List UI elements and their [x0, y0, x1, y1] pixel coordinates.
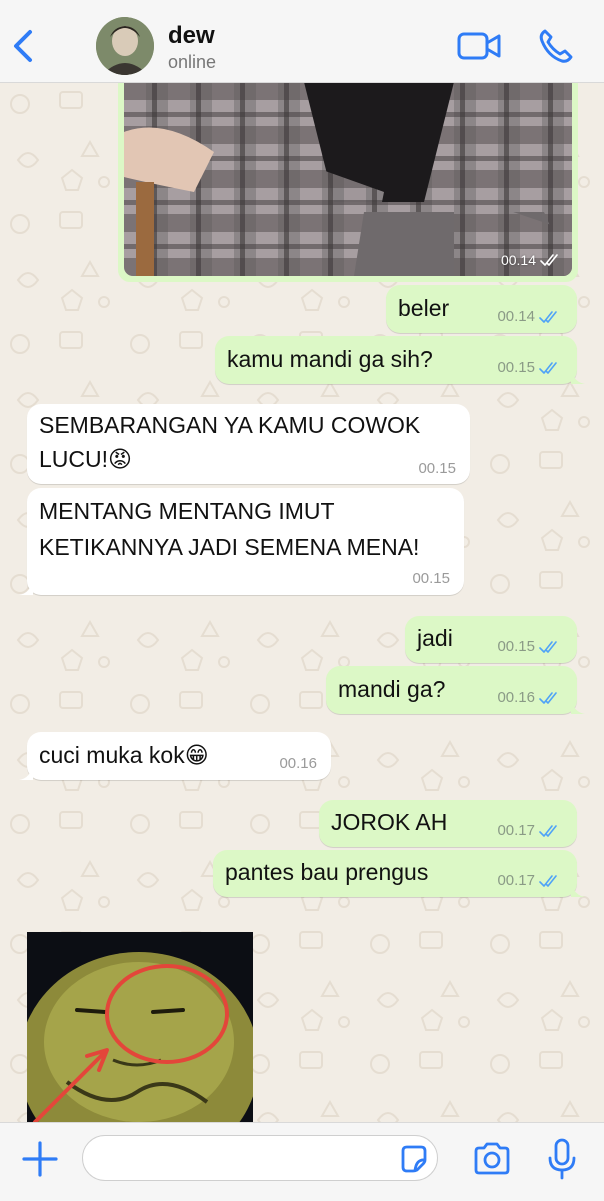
- message-time: 00.15: [412, 570, 450, 587]
- photo-timestamp: 00.14: [501, 252, 564, 268]
- microphone-icon[interactable]: [546, 1137, 578, 1181]
- message-meta: 00.17: [497, 872, 563, 889]
- message-text: jadi: [417, 625, 453, 651]
- message-meta: 00.17: [497, 822, 563, 839]
- message-bubble-outgoing[interactable]: pantes bau prengus 00.17: [213, 850, 585, 897]
- shared-photo[interactable]: [124, 82, 572, 276]
- photo-time: 00.14: [500, 252, 536, 268]
- phone-icon[interactable]: [536, 26, 576, 66]
- message-bubble-outgoing[interactable]: mandi ga? 00.16: [326, 666, 585, 714]
- message-text: kamu mandi ga sih?: [227, 346, 433, 372]
- message-bubble-incoming[interactable]: SEMBARANGAN YA KAMU COWOK LUCU!😡 00.15: [27, 404, 470, 484]
- conversation-area[interactable]: 00.14 beler 00.14 kamu mandi ga sih? 00.…: [0, 82, 604, 1122]
- message-text: mandi ga?: [338, 676, 446, 702]
- bubble-tail: [571, 368, 585, 384]
- bubble-tail: [571, 698, 585, 714]
- read-double-tick-icon: [539, 691, 557, 704]
- message-meta: 00.14: [497, 308, 563, 325]
- message-bubble-incoming[interactable]: cuci muka kok😁 00.16: [19, 732, 331, 780]
- message-time: 00.16: [497, 689, 535, 706]
- contact-name[interactable]: dew: [168, 22, 215, 50]
- read-double-tick-icon: [539, 874, 557, 887]
- message-time: 00.14: [497, 308, 535, 325]
- message-bubble-incoming[interactable]: MENTANG MENTANG IMUT KETIKANNYA JADI SEM…: [19, 488, 464, 595]
- message-meta: 00.15: [418, 460, 456, 477]
- message-time: 00.16: [279, 755, 317, 772]
- sticker-message[interactable]: [27, 932, 253, 1122]
- message-time: 00.15: [418, 460, 456, 477]
- bubble-tail: [571, 881, 585, 897]
- camera-icon[interactable]: [472, 1141, 512, 1177]
- contact-status: online: [168, 52, 217, 72]
- message-text-line: KETIKANNYA JADI SEMENA MENA!: [39, 534, 420, 560]
- sticker-icon[interactable]: [398, 1143, 430, 1175]
- message-bubble-outgoing[interactable]: beler 00.14: [386, 285, 577, 333]
- message-meta: 00.15: [497, 638, 563, 655]
- back-chevron-icon[interactable]: [8, 26, 40, 66]
- message-time: 00.15: [497, 638, 535, 655]
- message-text: beler: [398, 295, 450, 321]
- plus-icon[interactable]: [20, 1139, 60, 1179]
- video-camera-icon[interactable]: [456, 28, 502, 64]
- read-double-tick-icon: [539, 640, 557, 653]
- message-bubble-outgoing[interactable]: kamu mandi ga sih? 00.15: [215, 336, 585, 384]
- message-text-line: MENTANG MENTANG IMUT: [39, 498, 335, 524]
- read-double-tick-icon: [539, 824, 557, 837]
- message-bubble-outgoing[interactable]: JOROK AH 00.17: [319, 800, 577, 847]
- message-meta: 00.15: [497, 359, 563, 376]
- message-meta: 00.15: [412, 570, 450, 587]
- bubble-tail: [19, 579, 33, 595]
- message-text: JOROK AH: [331, 809, 448, 835]
- message-time: 00.17: [497, 872, 535, 889]
- message-text: pantes bau prengus: [225, 859, 429, 885]
- contact-avatar[interactable]: [96, 17, 154, 75]
- bubble-tail: [19, 764, 33, 780]
- message-text-line: LUCU!😡: [39, 446, 132, 472]
- message-text: cuci muka kok😁: [39, 742, 209, 768]
- message-bubble-outgoing[interactable]: jadi 00.15: [405, 616, 577, 663]
- read-double-tick-icon: [539, 361, 557, 374]
- message-time: 00.15: [497, 359, 535, 376]
- message-text-line: SEMBARANGAN YA KAMU COWOK: [39, 412, 421, 438]
- message-meta: 00.16: [279, 755, 317, 772]
- chat-header: dew online: [0, 0, 604, 83]
- photo-message[interactable]: 00.14: [118, 82, 578, 282]
- read-double-tick-icon: [539, 310, 557, 323]
- message-input[interactable]: [82, 1135, 438, 1181]
- message-meta: 00.16: [497, 689, 563, 706]
- read-double-tick-icon: [540, 254, 558, 266]
- message-time: 00.17: [497, 822, 535, 839]
- compose-bar: [0, 1122, 604, 1201]
